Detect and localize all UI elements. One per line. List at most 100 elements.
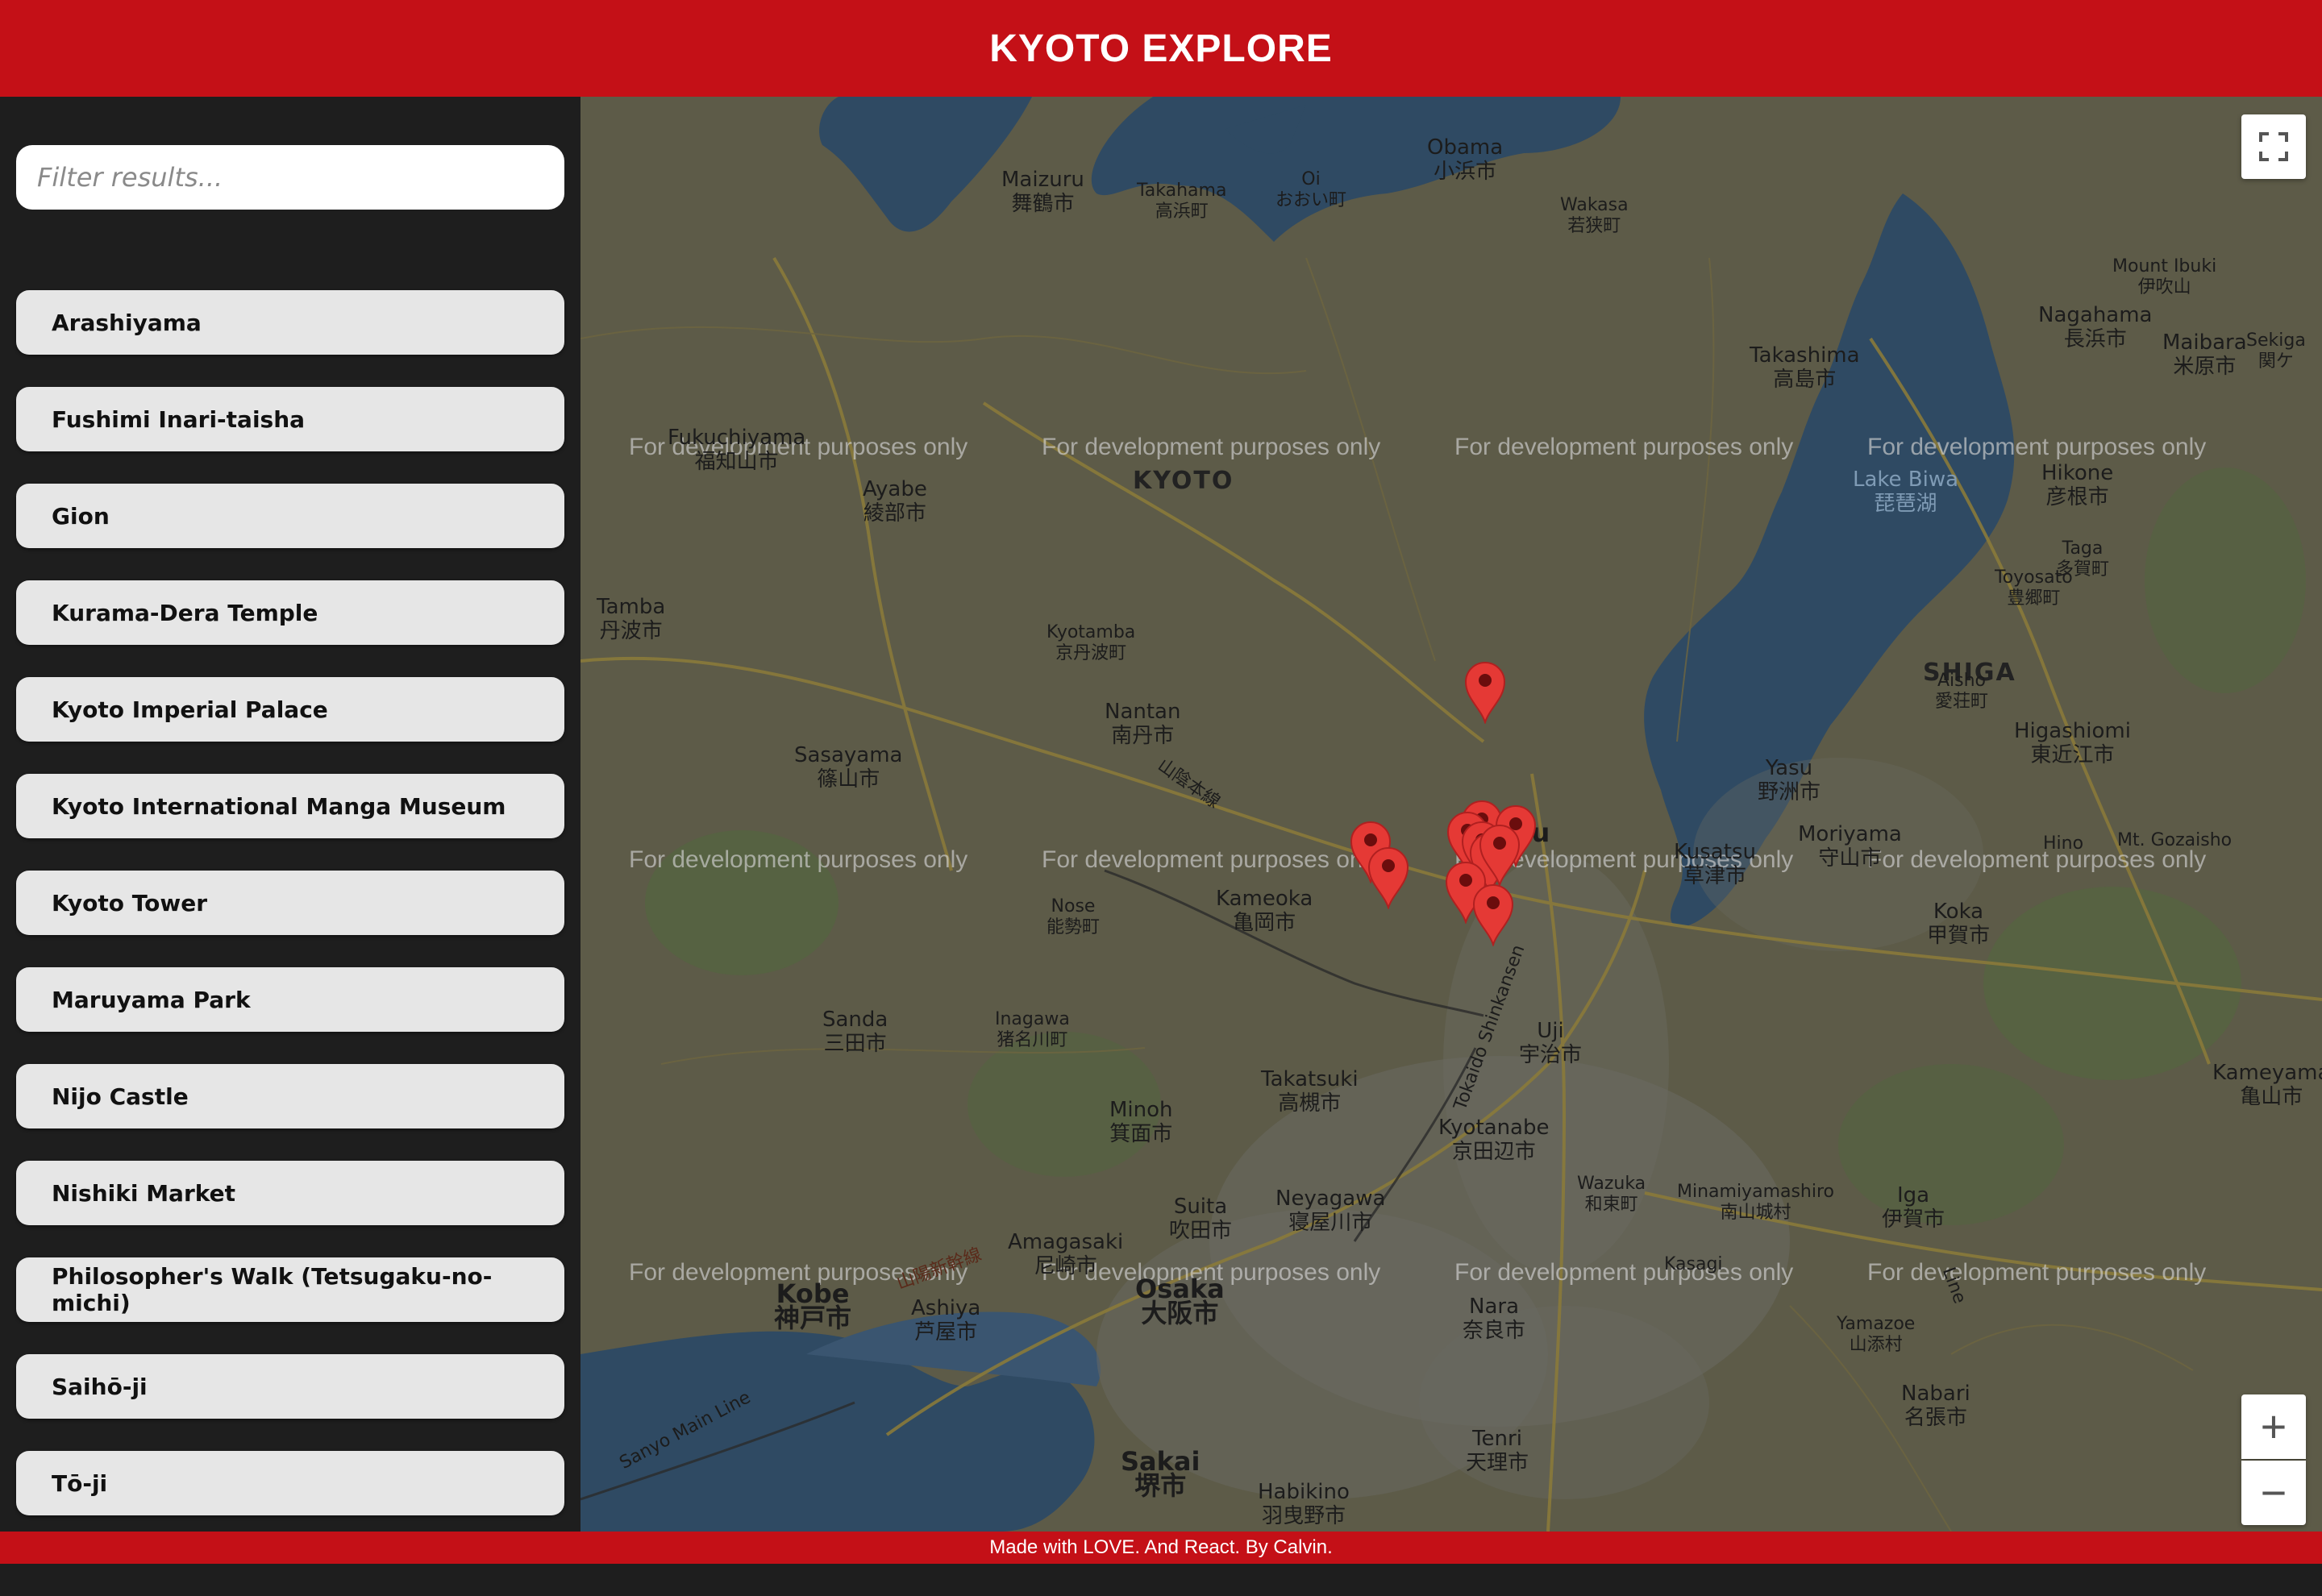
city-name: Neyagawa — [1275, 1187, 1386, 1211]
place-item-imperial-palace[interactable]: Kyoto Imperial Palace — [16, 677, 564, 742]
city-label: Nagahama 長浜市 — [2038, 303, 2153, 351]
city-label: Maizuru 舞鶴市 — [1001, 168, 1084, 216]
place-item-nijo-castle[interactable]: Nijo Castle — [16, 1064, 564, 1128]
city-label: Kyotamba 京丹波町 — [1047, 622, 1135, 664]
lake-label: Lake Biwa 琵琶湖 — [1853, 468, 1958, 516]
city-name: Habikino — [1258, 1480, 1350, 1504]
place-label: Tō-ji — [52, 1469, 108, 1497]
filter-input[interactable] — [16, 145, 564, 210]
city-name-jp: 奈良市 — [1463, 1319, 1526, 1343]
city-name-jp: 草津市 — [1683, 864, 1746, 888]
city-label: Higashiomi 東近江市 — [2014, 719, 2131, 767]
city-name-jp: 若狭町 — [1567, 216, 1621, 236]
city-name-jp: 丹波市 — [599, 619, 663, 643]
lake-label-en: Lake Biwa — [1853, 468, 1959, 492]
city-name-jp: 甲賀市 — [1927, 924, 1991, 948]
city-name-jp: 豊郷町 — [2007, 588, 2061, 609]
city-label: Kameoka 亀岡市 — [1216, 887, 1313, 935]
city-label: Takahama 高浜町 — [1137, 181, 1226, 222]
fullscreen-icon — [2259, 132, 2288, 161]
city-name: Ashiya — [911, 1296, 981, 1320]
city-name: Hikone — [2041, 461, 2114, 485]
city-name-jp: 綾部市 — [863, 501, 926, 526]
city-name: Mount Ibuki — [2112, 256, 2217, 276]
zoom-out-button[interactable]: − — [2241, 1461, 2306, 1525]
city-label: Habikino 羽曳野市 — [1258, 1480, 1350, 1528]
place-item-maruyama-park[interactable]: Maruyama Park — [16, 967, 564, 1032]
city-name: Moriyama — [1798, 822, 1902, 846]
place-item-kurama-dera[interactable]: Kurama-Dera Temple — [16, 580, 564, 645]
place-item-to-ji[interactable]: Tō-ji — [16, 1451, 564, 1515]
city-name-jp: 尼崎市 — [1034, 1254, 1097, 1278]
city-name: Higashiomi — [2014, 719, 2131, 743]
city-name: Fukuchiyama — [668, 426, 806, 450]
city-name-jp: 東近江市 — [2030, 743, 2115, 767]
city-name-jp: 高島市 — [1773, 368, 1837, 392]
city-label: Hino — [2043, 833, 2083, 854]
place-label: Kurama-Dera Temple — [52, 599, 318, 626]
dev-watermark: For development purposes only — [1454, 1259, 1794, 1286]
city-name: Maibara — [2162, 330, 2247, 355]
city-name-jp: 京田辺市 — [1451, 1140, 1536, 1164]
place-item-nishiki-market[interactable]: Nishiki Market — [16, 1161, 564, 1225]
dev-watermark: For development purposes only — [1042, 846, 1381, 873]
map-marker[interactable] — [1471, 882, 1516, 946]
city-label: Inagawa 猪名川町 — [995, 1009, 1070, 1051]
city-name: Yasu — [1765, 756, 1813, 780]
map-marker[interactable] — [1366, 845, 1411, 909]
city-name: Kasagi — [1664, 1254, 1723, 1274]
city-name: Wakasa — [1560, 195, 1629, 215]
city-name-jp: 猪名川町 — [997, 1030, 1068, 1050]
city-name-jp: 三田市 — [823, 1032, 887, 1056]
city-label: Tamba 丹波市 — [597, 595, 665, 643]
place-item-manga-museum[interactable]: Kyoto International Manga Museum — [16, 774, 564, 838]
city-label: Nabari 名張市 — [1901, 1382, 1970, 1430]
city-label: Sekiga 関ケ — [2246, 330, 2306, 372]
place-item-gion[interactable]: Gion — [16, 484, 564, 548]
city-name: Kameoka — [1216, 887, 1313, 911]
lake-label-jp: 琵琶湖 — [1874, 492, 1937, 516]
dev-watermark: For development purposes only — [629, 846, 968, 873]
city-name: Wazuka — [1577, 1174, 1646, 1194]
city-label: Ashiya 芦屋市 — [911, 1296, 980, 1345]
city-name-jp: 長浜市 — [2063, 327, 2127, 351]
city-name: Tamba — [597, 595, 666, 619]
city-name: Koka — [1933, 900, 1984, 924]
city-label: Aisho 愛荘町 — [1935, 671, 1988, 713]
city-name-jp: 宇治市 — [1519, 1043, 1583, 1067]
city-name-jp: 米原市 — [2173, 355, 2237, 379]
city-name: Nose — [1051, 896, 1096, 916]
place-item-arashiyama[interactable]: Arashiyama — [16, 290, 564, 355]
place-item-philosophers-walk[interactable]: Philosopher's Walk (Tetsugaku-no-michi) — [16, 1257, 564, 1322]
city-name: Mt. Gozaisho — [2117, 830, 2233, 850]
city-name: Inagawa — [995, 1009, 1070, 1029]
city-name: Obama — [1427, 135, 1504, 160]
city-name-jp: 大阪市 — [1141, 1298, 1219, 1328]
dev-watermark: For development purposes only — [1042, 434, 1381, 460]
city-name-jp: 名張市 — [1904, 1406, 1967, 1430]
city-name-jp: 伊賀市 — [1882, 1207, 1945, 1232]
map-marker[interactable] — [1463, 659, 1508, 724]
city-name: Iga — [1896, 1183, 1930, 1207]
city-name: Kusatsu — [1674, 840, 1756, 864]
city-name-jp: 京丹波町 — [1055, 643, 1127, 663]
fullscreen-button[interactable] — [2241, 114, 2306, 179]
city-label: Yasu 野洲市 — [1758, 756, 1821, 804]
city-name: Nabari — [1901, 1382, 1970, 1406]
place-item-fushimi-inari[interactable]: Fushimi Inari-taisha — [16, 387, 564, 451]
place-item-saiho-ji[interactable]: Saihō-ji — [16, 1354, 564, 1419]
city-name: Sekiga — [2246, 330, 2306, 351]
city-label: Minoh 箕面市 — [1109, 1098, 1173, 1146]
place-label: Philosopher's Walk (Tetsugaku-no-michi) — [52, 1263, 493, 1316]
place-label: Maruyama Park — [52, 986, 251, 1013]
city-name-jp: 舞鶴市 — [1011, 192, 1075, 216]
city-name: Minamiyamashiro — [1677, 1182, 1835, 1202]
place-item-kyoto-tower[interactable]: Kyoto Tower — [16, 871, 564, 935]
app-header: KYOTO EXPLORE — [0, 0, 2322, 97]
app-title: KYOTO EXPLORE — [989, 27, 1333, 70]
zoom-in-button[interactable]: + — [2241, 1394, 2306, 1459]
zoom-in-icon: + — [2260, 1401, 2287, 1452]
city-name: Takahama — [1137, 181, 1227, 201]
city-label: Wakasa 若狭町 — [1560, 195, 1629, 237]
map-view[interactable]: For development purposes only For develo… — [580, 97, 2322, 1532]
